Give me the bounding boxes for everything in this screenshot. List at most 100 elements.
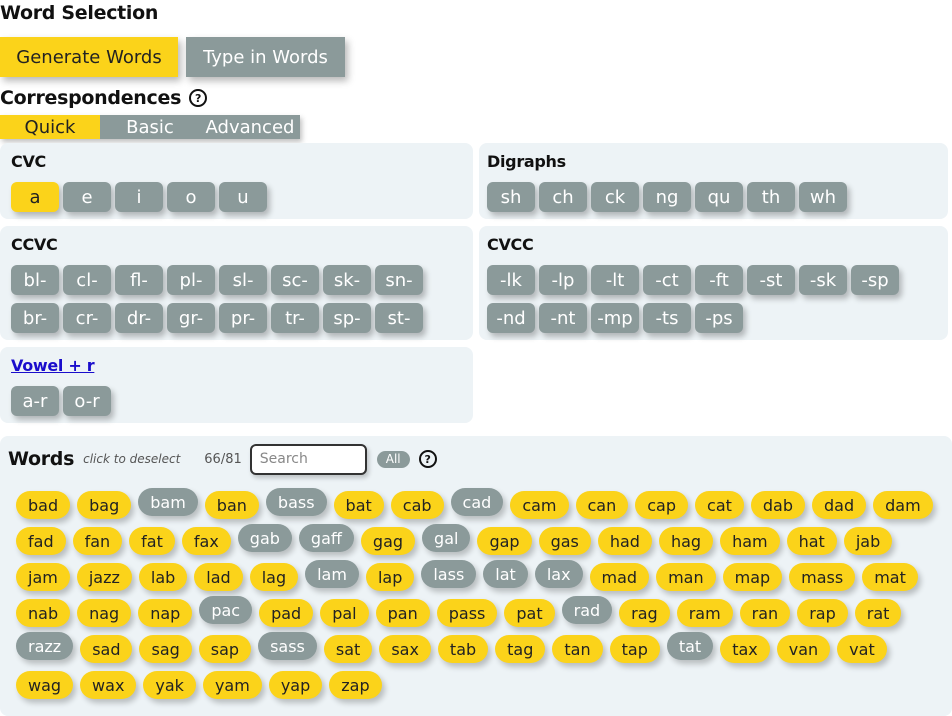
word-pill[interactable]: tan [552,635,603,663]
word-pill[interactable]: pal [320,599,369,627]
tab-advanced[interactable]: Advanced [200,115,300,139]
word-pill[interactable]: rag [619,599,670,627]
correspondence-chip[interactable]: tr- [271,303,319,333]
word-pill[interactable]: nap [138,599,193,627]
word-pill[interactable]: dam [873,491,933,519]
correspondence-chip[interactable]: a-r [11,386,59,416]
correspondence-chip[interactable]: u [219,182,267,212]
word-pill[interactable]: pan [375,599,430,627]
correspondence-chip[interactable]: ng [643,182,691,212]
correspondence-chip[interactable]: -lt [591,265,639,295]
correspondence-chip[interactable]: sk- [323,265,371,295]
word-pill[interactable]: rap [797,599,848,627]
word-pill[interactable]: map [722,563,783,591]
word-pill[interactable]: lap [365,563,415,591]
word-pill[interactable]: ham [720,527,780,555]
select-all-button[interactable]: All [376,450,410,468]
correspondence-chip[interactable]: th [747,182,795,212]
correspondence-chip[interactable]: -lp [539,265,587,295]
correspondence-chip[interactable]: fl- [115,265,163,295]
correspondence-chip[interactable]: -sp [851,265,899,295]
word-pill[interactable]: can [575,491,629,519]
tab-basic[interactable]: Basic [100,115,200,139]
word-pill[interactable]: cap [635,491,689,519]
word-pill[interactable]: tag [495,635,546,663]
correspondence-chip[interactable]: -st [747,265,795,295]
word-pill[interactable]: vat [837,635,887,663]
word-pill[interactable]: lag [249,563,299,591]
word-pill[interactable]: gas [538,527,591,555]
word-pill[interactable]: yak [143,671,196,699]
word-pill[interactable]: ram [676,599,733,627]
word-pill[interactable]: bag [77,491,132,519]
word-pill[interactable]: nab [16,599,71,627]
correspondence-chip[interactable]: cr- [63,303,111,333]
word-pill[interactable]: razz [16,632,74,660]
word-pill[interactable]: sag [139,635,192,663]
word-pill[interactable]: rat [854,599,902,627]
correspondence-chip[interactable]: gr- [167,303,215,333]
correspondence-chip[interactable]: o [167,182,215,212]
correspondence-chip[interactable]: i [115,182,163,212]
word-pill[interactable]: dad [812,491,867,519]
word-pill[interactable]: sap [198,635,252,663]
word-pill[interactable]: fad [16,527,66,555]
correspondence-chip[interactable]: e [63,182,111,212]
correspondence-chip[interactable]: sc- [271,265,319,295]
word-pill[interactable]: sad [80,635,133,663]
word-pill[interactable]: lax [534,560,583,588]
word-pill[interactable]: gap [477,527,532,555]
word-pill[interactable]: tap [609,635,660,663]
word-pill[interactable]: had [597,527,652,555]
word-pill[interactable]: ban [204,491,259,519]
help-icon[interactable]: ? [418,450,437,468]
correspondence-chip[interactable]: sl- [219,265,267,295]
correspondence-chip[interactable]: dr- [115,303,163,333]
correspondence-chip[interactable]: sp- [323,303,371,333]
word-pill[interactable]: cam [510,491,569,519]
correspondence-chip[interactable]: br- [11,303,59,333]
word-pill[interactable]: pat [504,599,555,627]
correspondence-chip[interactable]: pr- [219,303,267,333]
word-pill[interactable]: man [656,563,716,591]
help-icon[interactable]: ? [189,89,208,107]
word-pill[interactable]: jam [16,563,70,591]
correspondence-chip[interactable]: o-r [63,386,111,416]
correspondence-chip[interactable]: -ft [695,265,743,295]
word-pill[interactable]: tab [437,635,489,663]
word-pill[interactable]: van [776,635,831,663]
word-pill[interactable]: bam [138,488,198,516]
word-pill[interactable]: bass [265,488,327,516]
word-pill[interactable]: wag [16,671,74,699]
word-pill[interactable]: sass [258,632,317,660]
word-pill[interactable]: cat [695,491,744,519]
correspondence-chip[interactable]: sh [487,182,535,212]
word-pill[interactable]: bat [333,491,384,519]
word-pill[interactable]: sat [323,635,373,663]
correspondence-chip[interactable]: -nt [539,303,587,333]
word-pill[interactable]: pad [259,599,314,627]
correspondence-chip[interactable]: -nd [487,303,535,333]
correspondence-chip[interactable]: pl- [167,265,215,295]
correspondence-chip[interactable]: -ps [695,303,743,333]
word-pill[interactable]: pac [199,596,253,624]
correspondence-chip[interactable]: -lk [487,265,535,295]
word-pill[interactable]: gab [237,524,292,552]
correspondence-chip[interactable]: ck [591,182,639,212]
word-pill[interactable]: cad [450,488,504,516]
word-pill[interactable]: mad [589,563,650,591]
word-pill[interactable]: fan [72,527,123,555]
word-pill[interactable]: mass [789,563,856,591]
correspondence-chip[interactable]: sn- [375,265,423,295]
word-pill[interactable]: bad [16,491,71,519]
word-pill[interactable]: tat [666,632,714,660]
correspondence-chip[interactable]: -mp [591,303,639,333]
word-pill[interactable]: lat [483,560,528,588]
correspondence-chip[interactable]: -ct [643,265,691,295]
type-in-words-button[interactable]: Type in Words [186,37,345,77]
word-pill[interactable]: gag [360,527,416,555]
correspondence-chip[interactable]: cl- [63,265,111,295]
tab-quick[interactable]: Quick [0,115,100,139]
word-pill[interactable]: tax [720,635,770,663]
word-pill[interactable]: sax [379,635,431,663]
